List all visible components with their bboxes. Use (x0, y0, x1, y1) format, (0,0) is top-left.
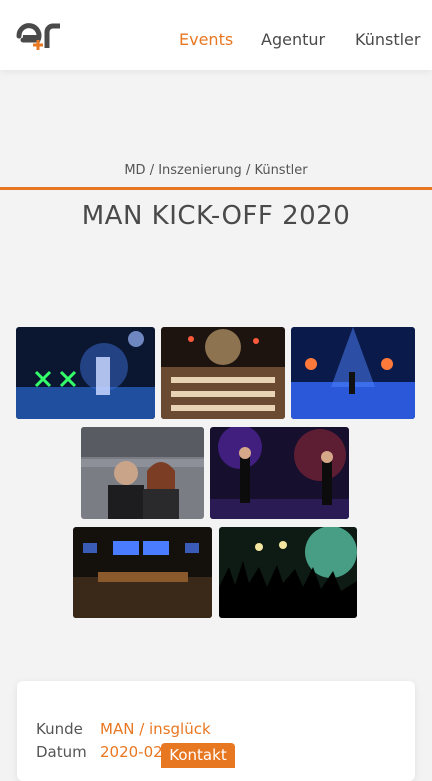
nav-agentur[interactable]: Agentur (261, 30, 325, 50)
gallery-image-4[interactable] (81, 427, 204, 519)
detail-value: 2020-02 (100, 743, 163, 761)
detail-label: Datum (36, 743, 87, 761)
detail-row-datum: Datum 2020-02 (36, 742, 163, 762)
nav-kuenstler[interactable]: Künstler (355, 30, 420, 50)
gallery-image-1[interactable] (16, 327, 155, 419)
detail-value-link[interactable]: MAN / insglück (100, 720, 211, 738)
detail-row-kunde: Kunde MAN / insglück (36, 719, 211, 739)
gallery-image-5[interactable] (210, 427, 349, 519)
gallery-image-6[interactable] (73, 527, 212, 618)
gallery-image-3[interactable] (291, 327, 415, 419)
site-header: Events Agentur Künstler (0, 0, 432, 70)
divider (0, 187, 432, 190)
breadcrumb: MD / Inszenierung / Künstler (124, 163, 308, 178)
nav-events[interactable]: Events (179, 30, 233, 50)
detail-label: Kunde (36, 720, 83, 738)
gallery-image-2[interactable] (161, 327, 285, 419)
gallery-image-7[interactable] (219, 527, 357, 618)
page-title: MAN KICK-OFF 2020 (81, 201, 351, 231)
contact-button[interactable]: Kontakt (161, 743, 235, 768)
logo-icon[interactable] (16, 20, 68, 52)
